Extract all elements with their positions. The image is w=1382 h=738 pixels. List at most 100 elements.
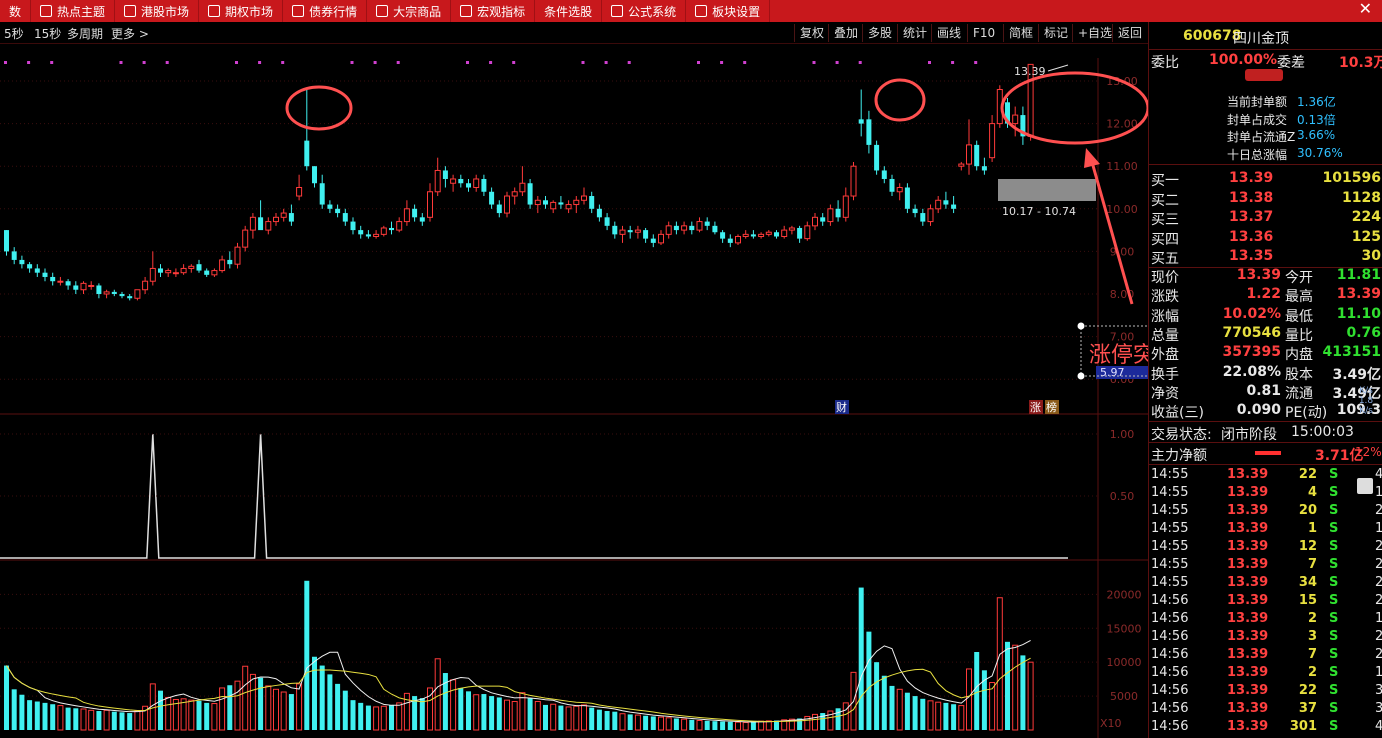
candle-down [643, 230, 649, 239]
candle-up [242, 229, 249, 248]
candle-down [412, 208, 418, 218]
toolbar-button-5[interactable]: F10 [967, 24, 1000, 42]
tick-side: S [1329, 611, 1339, 626]
collapse-toggle[interactable] [1245, 69, 1283, 81]
kline-chart[interactable]: 13.0012.0011.0010.009.008.007.006.0010.1… [0, 44, 1148, 738]
toolbar-button-2[interactable]: 多股 [862, 24, 897, 42]
period-tab-1[interactable]: 15秒 [34, 25, 61, 42]
volume-tick-label: 15000 [1107, 622, 1142, 635]
tick-volume: 2 [1307, 611, 1317, 626]
stat-value: 22.08% [1222, 363, 1281, 380]
tick-volume: 3 [1307, 629, 1317, 644]
resize-handle[interactable] [1077, 372, 1085, 380]
seal-info-value: 30.76% [1297, 145, 1343, 160]
volume-bar-up [842, 702, 849, 731]
tick-row: 14:55 13.39 20 S 2 [1149, 502, 1382, 520]
volume-bar-up [565, 706, 572, 731]
volume-bar-up [211, 703, 218, 731]
menu-item-0[interactable]: 数 [0, 0, 32, 22]
candle-down [704, 221, 710, 226]
tick-volume: 2 [1307, 665, 1317, 680]
menu-item-3[interactable]: 期权市场 [199, 0, 284, 22]
bid-price: 13.36 [1229, 228, 1274, 245]
candle-down [797, 227, 803, 239]
candle-up [219, 259, 226, 272]
menu-item-2[interactable]: 港股市场 [115, 0, 200, 22]
toolbar-button-4[interactable]: 画线 [931, 24, 966, 42]
tick-row: 14:56 13.39 15 S 2 [1149, 592, 1382, 610]
menu-item-label: 热点主题 [57, 4, 106, 19]
bond-icon [292, 5, 305, 17]
volume-bar-down [604, 711, 610, 730]
candle-up [812, 216, 818, 227]
candle-up [935, 199, 942, 210]
bid-price: 13.37 [1229, 209, 1274, 225]
period-tab-0[interactable]: 5秒 [4, 25, 24, 42]
volume-bar-down [643, 715, 649, 730]
volume-bar-up [134, 710, 141, 731]
volume-bar-down [65, 707, 71, 730]
candle-up [265, 221, 272, 231]
candle-up [511, 191, 518, 197]
volume-bar-up [658, 716, 664, 731]
candle-up [634, 229, 641, 233]
toolbar-button-7[interactable]: 标记 [1038, 24, 1073, 42]
seal-info-value: 1.36亿 [1297, 95, 1336, 109]
candle-down [119, 294, 125, 297]
period-tab-3[interactable]: 更多 > [111, 25, 149, 42]
volume-bar-down [481, 694, 487, 730]
menu-item-7[interactable]: 条件选股 [535, 0, 603, 22]
tick-price: 13.39 [1227, 575, 1269, 590]
bid-volume: 1128 [1342, 189, 1381, 206]
limitup-tag[interactable]: 涨 [1030, 401, 1041, 414]
weibi-value: 100.00% [1209, 52, 1278, 68]
price-tick-label: 7.00 [1110, 331, 1135, 344]
candle-up [80, 282, 87, 291]
volume-bar-up [958, 705, 965, 731]
tick-volume: 15 [1298, 593, 1317, 608]
tick-time: 14:55 [1151, 521, 1189, 536]
menu-item-5[interactable]: 大宗商品 [367, 0, 452, 22]
seal-info-label: 当前封单额 [1227, 95, 1288, 109]
chart-area[interactable]: 13.00 12.00 11.00 10.00 9.00 8.00 7.00 6.00 10.1… [0, 44, 1148, 738]
volume-bar-up [996, 597, 1003, 731]
volume-bar-down [96, 711, 102, 730]
tick-time: 14:56 [1151, 683, 1189, 698]
trade-time: 15:00:03 [1291, 424, 1354, 440]
resize-handle[interactable] [1077, 322, 1085, 330]
candle-down [951, 204, 957, 209]
volume-bar-down [951, 704, 957, 730]
stat-value: 13.39 [1236, 267, 1281, 283]
menu-item-4[interactable]: 债券行情 [283, 0, 368, 22]
toolbar-button-0[interactable]: 复权 [794, 24, 829, 42]
period-tab-2[interactable]: 多周期 [67, 25, 103, 42]
toolbar-button-9[interactable]: 返回 [1112, 24, 1147, 42]
search-icon[interactable] [1357, 478, 1373, 494]
rank-tag[interactable]: 榜 [1046, 400, 1057, 414]
volume-bar-down [319, 665, 325, 730]
tick-price: 13.39 [1227, 467, 1269, 482]
volume-tick-label: 5000 [1110, 690, 1138, 703]
candle-down [689, 225, 695, 231]
bid-level-label: 买五 [1151, 251, 1179, 267]
tick-count: 4 [1375, 467, 1382, 482]
candle-up [850, 165, 857, 197]
close-icon[interactable]: ✕ [1359, 0, 1372, 18]
toolbar-button-8[interactable]: +自选 [1072, 24, 1117, 42]
bid-volume: 101596 [1322, 170, 1381, 186]
tick-price: 13.39 [1227, 719, 1269, 734]
toolbar-button-3[interactable]: 统计 [897, 24, 932, 42]
finance-tag[interactable]: 财 [836, 400, 847, 414]
tick-price: 13.39 [1227, 629, 1269, 644]
menu-item-8[interactable]: 公式系统 [602, 0, 687, 22]
volume-bar-down [34, 701, 40, 730]
toolbar-button-1[interactable]: 叠加 [828, 24, 863, 42]
candle-up [573, 199, 580, 206]
stat-label: 股本 [1285, 366, 1313, 383]
volume-bar-down [288, 694, 294, 730]
menu-item-6[interactable]: 宏观指标 [451, 0, 536, 22]
candle-down [727, 238, 733, 243]
toolbar-button-6[interactable]: 简框 [1003, 24, 1038, 42]
menu-item-1[interactable]: 热点主题 [31, 0, 116, 22]
menu-item-9[interactable]: 板块设置 [686, 0, 771, 22]
